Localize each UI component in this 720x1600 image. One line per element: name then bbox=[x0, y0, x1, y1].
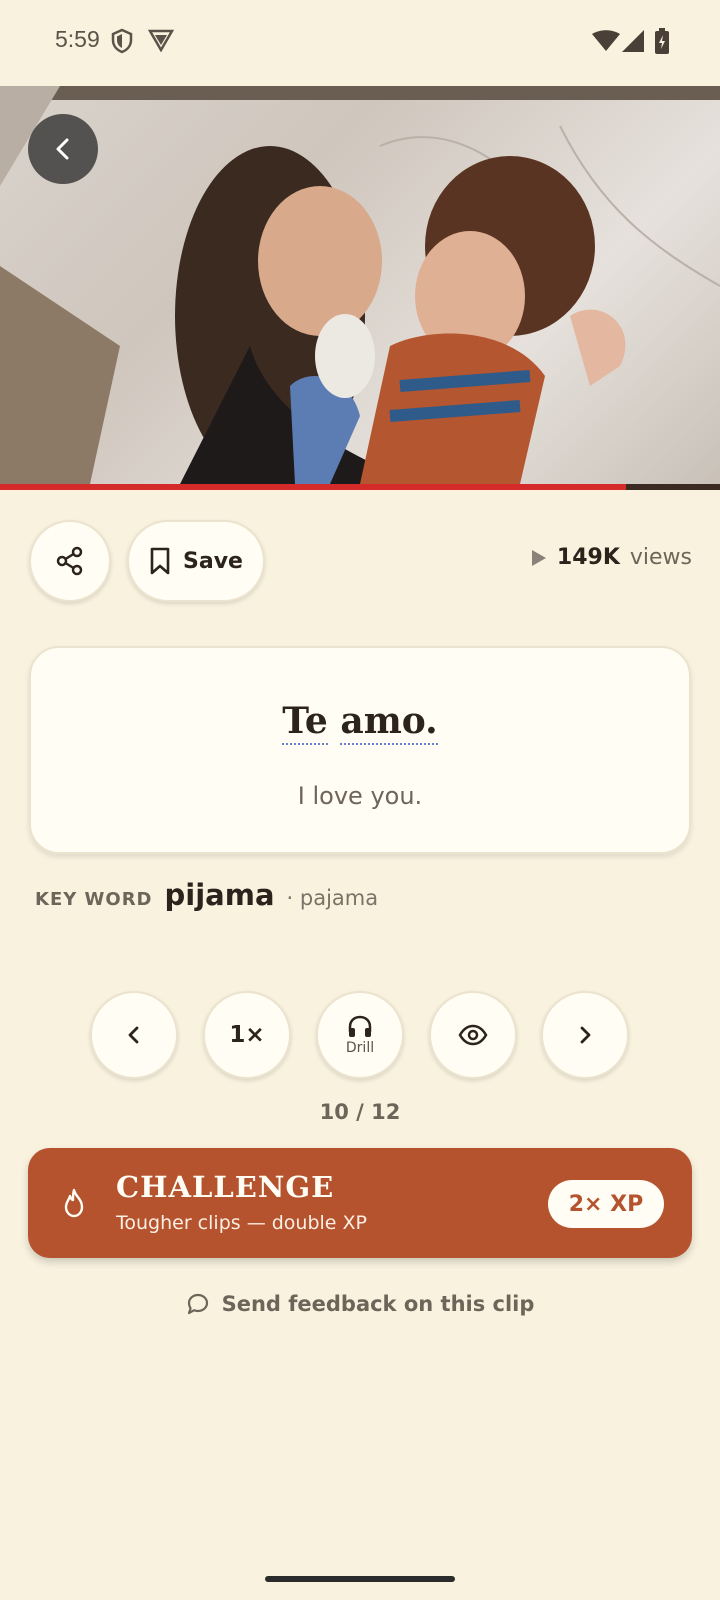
wifi-icon bbox=[592, 30, 620, 56]
save-button[interactable]: Save bbox=[127, 520, 265, 602]
feedback-label: Send feedback on this clip bbox=[221, 1292, 535, 1316]
phrase-word[interactable]: Te bbox=[282, 700, 328, 745]
video-progress-bar[interactable] bbox=[0, 484, 720, 490]
chevron-left-icon bbox=[56, 138, 69, 160]
chevron-left-icon bbox=[128, 1026, 139, 1044]
challenge-subtitle: Tougher clips — double XP bbox=[116, 1212, 367, 1234]
feedback-link[interactable]: Send feedback on this clip bbox=[0, 1292, 720, 1316]
phrase-translation: I love you. bbox=[297, 782, 423, 810]
xp-badge: 2× XP bbox=[548, 1180, 664, 1228]
bookmark-icon bbox=[150, 547, 170, 575]
speed-button[interactable]: 1× bbox=[203, 991, 291, 1079]
headphones-icon bbox=[348, 1015, 372, 1037]
play-icon bbox=[531, 549, 546, 566]
status-time: 5:59 bbox=[55, 26, 100, 52]
challenge-title: CHALLENGE bbox=[116, 1170, 335, 1204]
video-thumbnail bbox=[0, 86, 720, 484]
battery-icon bbox=[654, 28, 670, 58]
challenge-banner[interactable]: CHALLENGE Tougher clips — double XP 2× X… bbox=[28, 1148, 692, 1258]
share-icon bbox=[56, 546, 83, 576]
previous-clip-button[interactable] bbox=[90, 991, 178, 1079]
back-button[interactable] bbox=[28, 114, 98, 184]
home-indicator[interactable] bbox=[265, 1576, 455, 1582]
save-label: Save bbox=[183, 548, 243, 574]
next-clip-button[interactable] bbox=[541, 991, 629, 1079]
keyword-row: KEY WORD pijama · pajama bbox=[35, 878, 378, 912]
shield-icon bbox=[110, 28, 134, 58]
keyword-tag: KEY WORD bbox=[35, 889, 153, 910]
keyword-gloss: · pajama bbox=[286, 886, 379, 910]
vpn-icon bbox=[147, 28, 175, 56]
share-button[interactable] bbox=[29, 520, 111, 602]
keyword-word[interactable]: pijama bbox=[165, 878, 275, 912]
chat-bubble-icon bbox=[187, 1293, 208, 1315]
status-bar: 5:59 bbox=[0, 0, 720, 86]
chevron-right-icon bbox=[580, 1026, 591, 1044]
phrase-word[interactable]: amo. bbox=[340, 700, 438, 745]
flame-icon bbox=[64, 1188, 84, 1218]
clip-counter: 10 / 12 bbox=[319, 1100, 401, 1124]
view-count: 149K views bbox=[531, 545, 692, 570]
views-label: views bbox=[629, 545, 692, 570]
video-progress-fill bbox=[0, 484, 627, 490]
speed-label: 1× bbox=[229, 1022, 265, 1048]
reveal-button[interactable] bbox=[429, 991, 517, 1079]
phrase-target: Te amo. bbox=[31, 700, 689, 745]
views-count: 149K bbox=[556, 545, 620, 570]
phrase-card: Te amo. I love you. bbox=[29, 646, 691, 854]
drill-button[interactable]: Drill bbox=[316, 991, 404, 1079]
video-player[interactable] bbox=[0, 86, 720, 484]
eye-icon bbox=[458, 1024, 488, 1046]
drill-label: Drill bbox=[345, 1040, 375, 1056]
signal-icon bbox=[622, 30, 644, 56]
